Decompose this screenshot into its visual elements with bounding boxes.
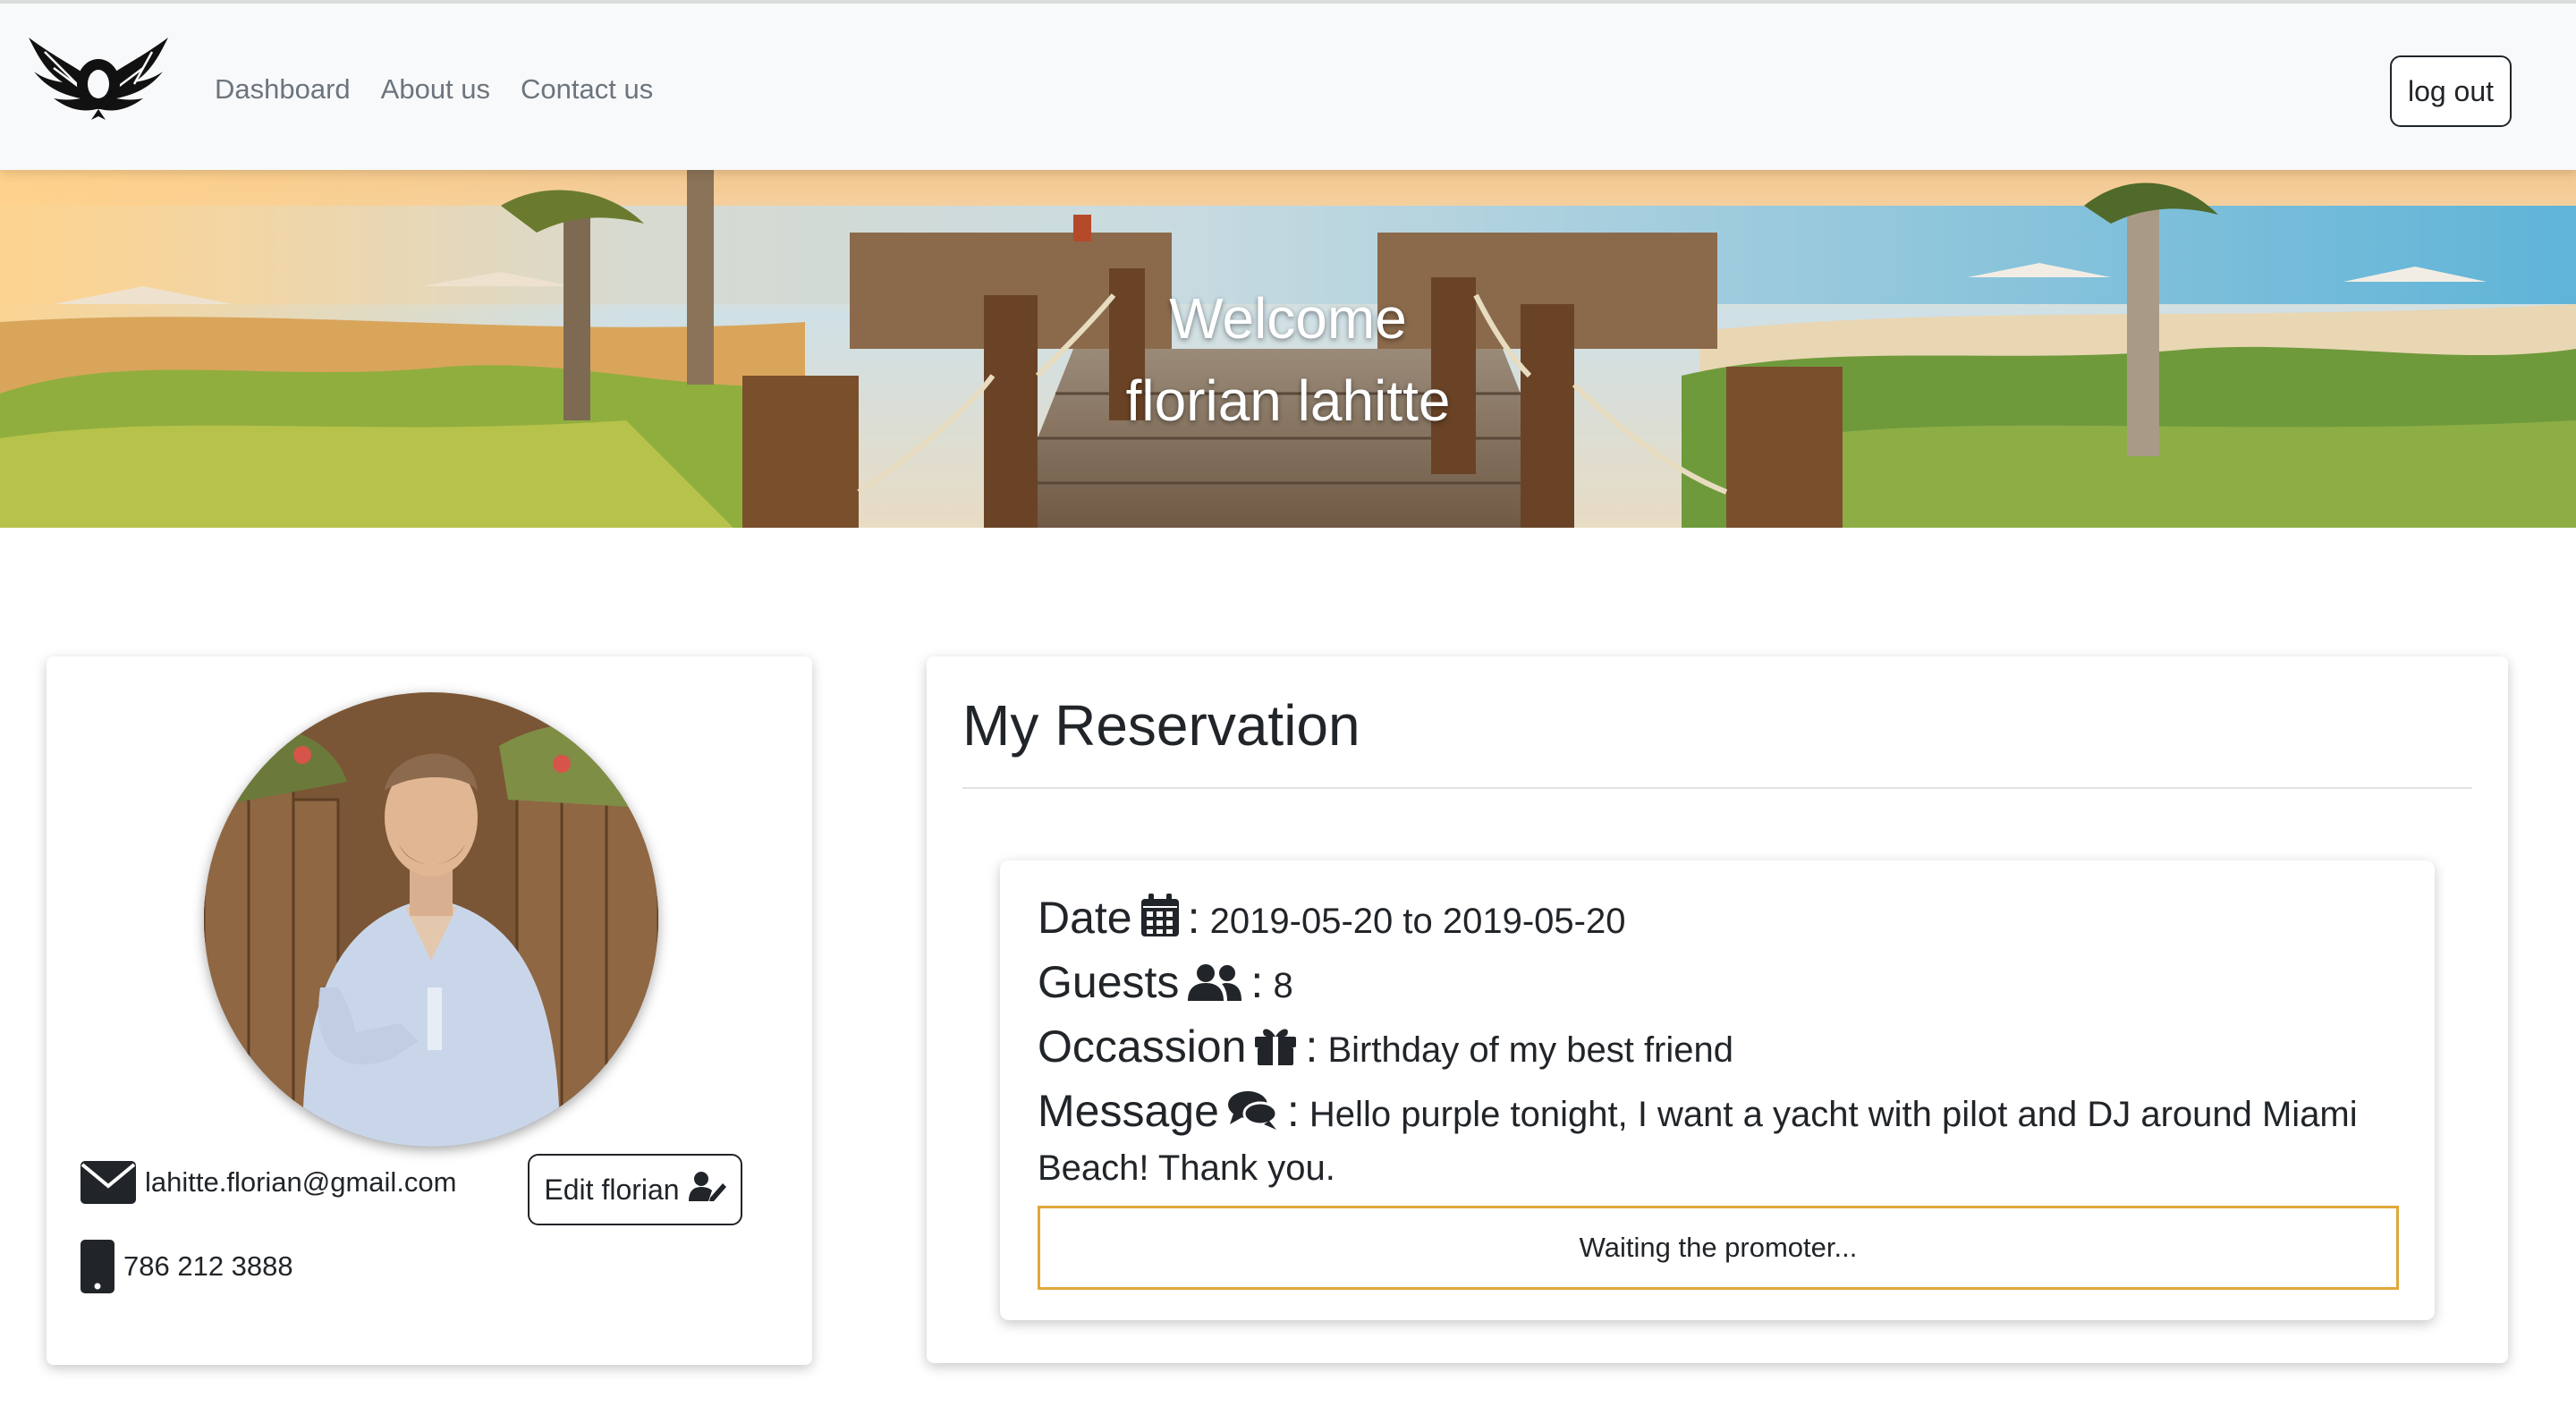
- hero-welcome: Welcome florian lahitte: [0, 277, 2576, 442]
- edit-profile-label: Edit florian: [544, 1173, 680, 1206]
- date-value: 2019-05-20 to 2019-05-20: [1209, 902, 1626, 941]
- guests-value: 8: [1273, 966, 1293, 1005]
- hero-user-name: florian lahitte: [1125, 369, 1451, 433]
- status-text: Waiting the promoter...: [1579, 1232, 1858, 1263]
- date-row: Date : 2019-05-20 to 2019-05-20: [1038, 893, 2397, 950]
- profile-card: lahitte.florian@gmail.com 786 212 3888 E…: [47, 657, 812, 1365]
- message-row: Message : Hello purple tonight, I want a…: [1038, 1086, 2397, 1193]
- status-box: Waiting the promoter...: [1038, 1206, 2399, 1290]
- message-label: Message: [1038, 1086, 1219, 1136]
- nav-link-contact-us[interactable]: Contact us: [521, 72, 653, 107]
- hero-welcome-line: Welcome: [1169, 286, 1407, 351]
- gift-icon: [1255, 1026, 1297, 1079]
- email-text: lahitte.florian@gmail.com: [145, 1166, 457, 1198]
- reservation-title: My Reservation: [962, 693, 1360, 758]
- date-label: Date: [1038, 893, 1132, 943]
- email-row: lahitte.florian@gmail.com: [80, 1161, 457, 1204]
- occasion-separator: :: [1305, 1021, 1318, 1072]
- mobile-phone-icon: [80, 1240, 114, 1293]
- nav-link-about-us[interactable]: About us: [381, 72, 490, 107]
- phone-text: 786 212 3888: [123, 1250, 293, 1282]
- hero-banner: Welcome florian lahitte: [0, 170, 2576, 528]
- date-separator: :: [1187, 893, 1200, 943]
- winged-o-logo-icon[interactable]: [27, 32, 170, 122]
- phone-row: 786 212 3888: [80, 1240, 293, 1293]
- occasion-label: Occassion: [1038, 1021, 1247, 1072]
- envelope-icon: [80, 1161, 136, 1204]
- guests-separator: :: [1250, 957, 1264, 1007]
- navbar: Dashboard About us Contact us log out: [0, 0, 2576, 170]
- logout-button[interactable]: log out: [2390, 55, 2512, 127]
- divider: [962, 787, 2472, 789]
- occasion-value: Birthday of my best friend: [1327, 1030, 1734, 1070]
- comments-icon: [1227, 1090, 1278, 1143]
- avatar: [204, 692, 658, 1147]
- users-icon: [1188, 963, 1242, 1014]
- reservation-details-card: Date : 2019-05-20 to 2019-05-20 Guests:…: [1000, 860, 2435, 1320]
- message-separator: :: [1286, 1086, 1300, 1136]
- reservation-card: My Reservation Date : 2019-05-20 to 2019…: [927, 657, 2508, 1363]
- nav-link-dashboard[interactable]: Dashboard: [215, 72, 351, 107]
- calendar-icon: [1140, 894, 1179, 950]
- guests-row: Guests : 8: [1038, 957, 2397, 1014]
- user-edit-icon: [688, 1171, 726, 1208]
- guests-label: Guests: [1038, 957, 1180, 1007]
- nav-links: Dashboard About us Contact us: [215, 72, 653, 107]
- edit-profile-button[interactable]: Edit florian: [528, 1154, 742, 1225]
- occasion-row: Occassion : Birthday of my best friend: [1038, 1021, 2397, 1079]
